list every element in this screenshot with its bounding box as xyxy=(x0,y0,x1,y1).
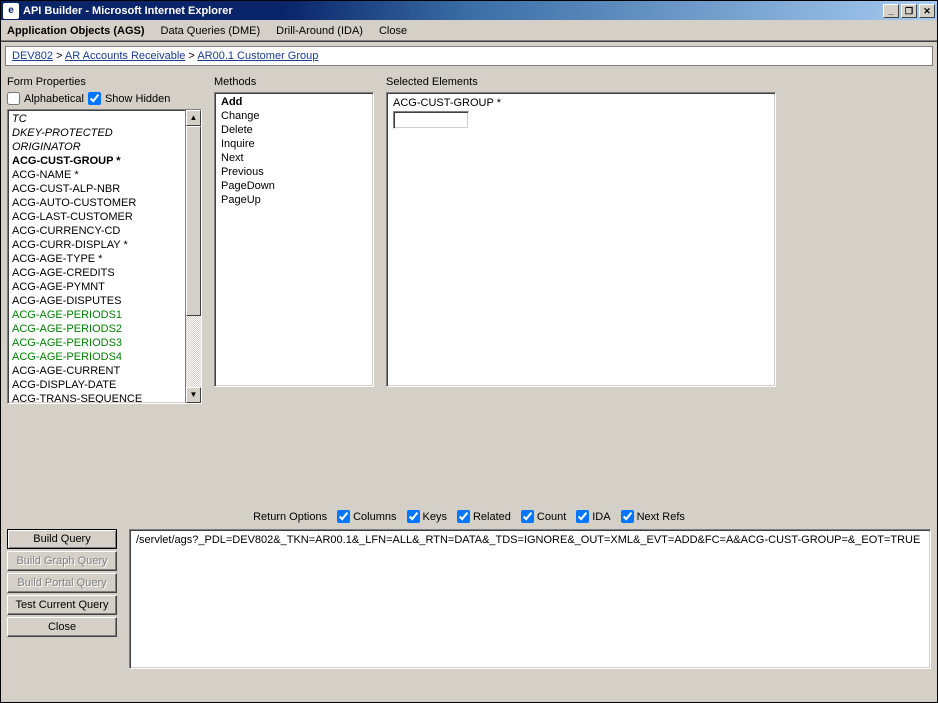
count-checkbox[interactable] xyxy=(521,510,534,523)
form-property-item[interactable]: ACG-CUST-ALP-NBR xyxy=(12,182,181,196)
methods-list[interactable]: AddChangeDeleteInquireNextPreviousPageDo… xyxy=(214,92,374,387)
ida-checkbox[interactable] xyxy=(576,510,589,523)
columns-checkbox[interactable] xyxy=(337,510,350,523)
menu-data-queries[interactable]: Data Queries (DME) xyxy=(161,25,261,37)
build-portal-query-button[interactable]: Build Portal Query xyxy=(7,573,117,593)
build-graph-query-button[interactable]: Build Graph Query xyxy=(7,551,117,571)
form-property-item[interactable]: ACG-AGE-PERIODS1 xyxy=(12,308,181,322)
selected-item-label: ACG-CUST-GROUP * xyxy=(393,97,501,109)
form-property-item[interactable]: ACG-AGE-PYMNT xyxy=(12,280,181,294)
alphabetical-checkbox[interactable] xyxy=(7,92,20,105)
test-current-query-button[interactable]: Test Current Query xyxy=(7,595,117,615)
close-button[interactable]: Close xyxy=(7,617,117,637)
selected-elements-panel: Selected Elements ACG-CUST-GROUP * xyxy=(386,76,776,404)
scroll-thumb[interactable] xyxy=(186,126,201,316)
form-properties-panel: Form Properties Alphabetical Show Hidden… xyxy=(7,76,202,404)
form-property-item[interactable]: DKEY-PROTECTED xyxy=(12,126,181,140)
workarea: Form Properties Alphabetical Show Hidden… xyxy=(1,70,937,410)
restore-icon: ❐ xyxy=(905,6,913,16)
close-window-button[interactable]: ✕ xyxy=(919,4,935,18)
return-opt-ida[interactable]: IDA xyxy=(576,510,610,523)
return-opt-count[interactable]: Count xyxy=(521,510,566,523)
window-controls: _ ❐ ✕ xyxy=(881,4,935,18)
form-property-item[interactable]: TC xyxy=(12,112,181,126)
return-options-label: Return Options xyxy=(253,511,327,523)
close-icon: ✕ xyxy=(923,6,931,16)
method-item[interactable]: Add xyxy=(221,95,367,109)
form-property-item[interactable]: ACG-DISPLAY-DATE xyxy=(12,378,181,392)
ie-icon: e xyxy=(3,3,19,19)
bottom-row: Build Query Build Graph Query Build Port… xyxy=(1,523,937,675)
form-property-item[interactable]: ACG-AGE-DISPUTES xyxy=(12,294,181,308)
show-hidden-checkbox[interactable] xyxy=(88,92,101,105)
form-property-item[interactable]: ACG-LAST-CUSTOMER xyxy=(12,210,181,224)
nextrefs-checkbox[interactable] xyxy=(621,510,634,523)
methods-label: Methods xyxy=(214,76,374,88)
return-opt-columns[interactable]: Columns xyxy=(337,510,396,523)
menu-drill-around[interactable]: Drill-Around (IDA) xyxy=(276,25,363,37)
selected-item-input[interactable] xyxy=(393,111,469,129)
form-property-item[interactable]: ACG-CURRENCY-CD xyxy=(12,224,181,238)
method-item[interactable]: PageDown xyxy=(221,179,367,193)
scroll-track[interactable] xyxy=(186,126,201,387)
minimize-button[interactable]: _ xyxy=(883,4,899,18)
form-property-item[interactable]: ACG-AGE-PERIODS4 xyxy=(12,350,181,364)
alphabetical-label[interactable]: Alphabetical xyxy=(24,93,84,105)
method-item[interactable]: Next xyxy=(221,151,367,165)
selected-elements-label: Selected Elements xyxy=(386,76,776,88)
show-hidden-label[interactable]: Show Hidden xyxy=(105,93,170,105)
breadcrumb-sep-1: > xyxy=(185,50,197,62)
window-title: API Builder - Microsoft Internet Explore… xyxy=(23,5,881,17)
form-properties-scrollbar[interactable]: ▲ ▼ xyxy=(185,110,201,403)
form-property-item[interactable]: ACG-CUST-GROUP * xyxy=(12,154,181,168)
breadcrumb: DEV802 > AR Accounts Receivable > AR00.1… xyxy=(5,46,933,66)
query-output[interactable]: /servlet/ags?_PDL=DEV802&_TKN=AR00.1&_LF… xyxy=(129,529,931,669)
form-property-item[interactable]: ACG-AGE-CURRENT xyxy=(12,364,181,378)
minimize-icon: _ xyxy=(888,6,893,16)
form-properties-list[interactable]: TCDKEY-PROTECTEDORIGINATORACG-CUST-GROUP… xyxy=(7,109,202,404)
form-property-item[interactable]: ACG-AGE-CREDITS xyxy=(12,266,181,280)
breadcrumb-sep-0: > xyxy=(53,50,65,62)
method-item[interactable]: Change xyxy=(221,109,367,123)
methods-panel: Methods AddChangeDeleteInquireNextPrevio… xyxy=(214,76,374,404)
form-property-item[interactable]: ACG-AGE-TYPE * xyxy=(12,252,181,266)
form-property-item[interactable]: ACG-NAME * xyxy=(12,168,181,182)
breadcrumb-item-1[interactable]: AR Accounts Receivable xyxy=(65,50,185,62)
return-opt-nextrefs[interactable]: Next Refs xyxy=(621,510,685,523)
form-properties-label: Form Properties xyxy=(7,76,202,88)
restore-button[interactable]: ❐ xyxy=(901,4,917,18)
return-opt-related[interactable]: Related xyxy=(457,510,511,523)
button-stack: Build Query Build Graph Query Build Port… xyxy=(7,529,117,637)
return-opt-keys[interactable]: Keys xyxy=(407,510,447,523)
menu-app-objects[interactable]: Application Objects (AGS) xyxy=(7,25,145,37)
form-property-item[interactable]: ORIGINATOR xyxy=(12,140,181,154)
breadcrumb-item-0[interactable]: DEV802 xyxy=(12,50,53,62)
method-item[interactable]: Delete xyxy=(221,123,367,137)
form-property-item[interactable]: ACG-AGE-PERIODS3 xyxy=(12,336,181,350)
build-query-button[interactable]: Build Query xyxy=(7,529,117,549)
scroll-up-button[interactable]: ▲ xyxy=(186,110,201,126)
scroll-down-button[interactable]: ▼ xyxy=(186,387,201,403)
form-properties-options: Alphabetical Show Hidden xyxy=(7,92,202,105)
selected-elements-list[interactable]: ACG-CUST-GROUP * xyxy=(386,92,776,387)
form-property-item[interactable]: ACG-TRANS-SEQUENCE xyxy=(12,392,181,403)
form-property-item[interactable]: ACG-CURR-DISPLAY * xyxy=(12,238,181,252)
method-item[interactable]: Inquire xyxy=(221,137,367,151)
keys-checkbox[interactable] xyxy=(407,510,420,523)
breadcrumb-item-2[interactable]: AR00.1 Customer Group xyxy=(197,50,318,62)
method-item[interactable]: PageUp xyxy=(221,193,367,207)
method-item[interactable]: Previous xyxy=(221,165,367,179)
menu-close[interactable]: Close xyxy=(379,25,407,37)
related-checkbox[interactable] xyxy=(457,510,470,523)
selected-item-0[interactable]: ACG-CUST-GROUP * xyxy=(393,97,769,132)
window-titlebar: e API Builder - Microsoft Internet Explo… xyxy=(1,1,937,20)
form-property-item[interactable]: ACG-AUTO-CUSTOMER xyxy=(12,196,181,210)
menubar: Application Objects (AGS) Data Queries (… xyxy=(1,20,937,42)
return-options: Return Options Columns Keys Related Coun… xyxy=(1,510,937,523)
form-property-item[interactable]: ACG-AGE-PERIODS2 xyxy=(12,322,181,336)
